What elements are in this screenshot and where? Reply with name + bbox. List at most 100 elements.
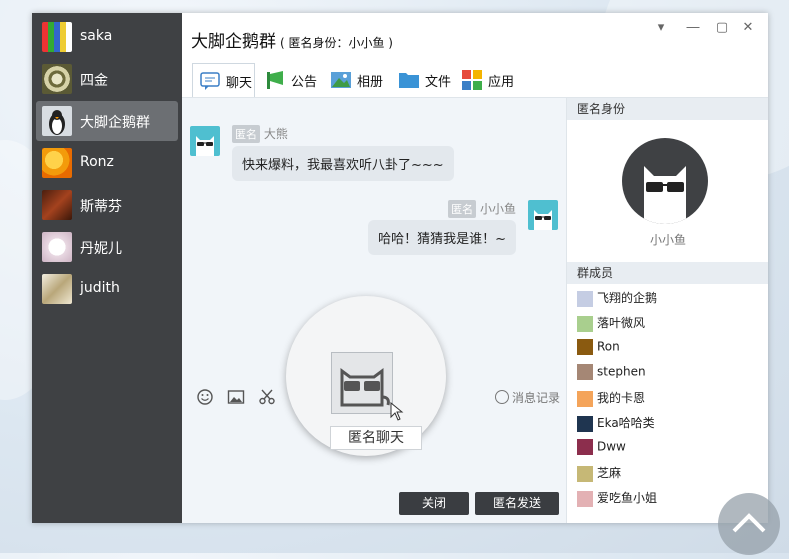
contact-item[interactable]: 斯蒂芬 <box>36 185 178 225</box>
contact-item[interactable]: Ronz <box>36 143 178 183</box>
member-name: Ron <box>597 339 620 354</box>
tab-label: 文件 <box>425 74 452 90</box>
member-name: 我的卡恩 <box>597 391 646 405</box>
album-icon <box>331 72 351 88</box>
page-title: 大脚企鹅群 ( 匿名身份：小小鱼 ) <box>191 27 393 52</box>
tab-announcement[interactable]: 公告 <box>258 63 317 97</box>
message-bubble: 快来爆料，我最喜欢听八卦了~~~ <box>232 146 454 181</box>
chevron-up-icon <box>732 513 766 533</box>
member-item[interactable]: 爱吃鱼小姐 <box>577 489 657 509</box>
contact-item[interactable]: 丹妮儿 <box>36 227 178 267</box>
anonymous-tag: 匿名 <box>232 125 260 143</box>
cat-sunglasses-icon <box>340 368 390 407</box>
cat-sunglasses-icon <box>196 136 214 156</box>
contact-name: 斯蒂芬 <box>80 199 122 215</box>
contact-avatar <box>42 64 72 94</box>
member-avatar <box>577 465 593 482</box>
message-sender: 匿名 小小鱼 <box>448 200 516 218</box>
contact-avatar <box>42 22 72 52</box>
dropdown-icon[interactable]: ▾ <box>652 19 670 37</box>
tab-files[interactable]: 文件 <box>392 63 451 97</box>
message-history-button[interactable]: 消息记录 <box>494 389 560 406</box>
message-sender: 匿名 大熊 <box>232 125 288 143</box>
anonymous-identity-label: ( 匿名身份：小小鱼 ) <box>280 36 393 50</box>
member-name: 落叶微风 <box>597 316 646 330</box>
message-bubble: 哈哈！猜猜我是谁！~ <box>368 220 516 255</box>
cat-sunglasses-icon <box>534 210 552 230</box>
member-avatar <box>577 339 593 355</box>
folder-icon <box>399 73 419 88</box>
member-avatar <box>577 439 593 455</box>
cat-avatar <box>190 126 220 156</box>
image-icon[interactable] <box>227 388 245 406</box>
contact-name: saka <box>80 28 113 44</box>
member-avatar <box>577 415 593 432</box>
group-name: 大脚企鹅群 <box>191 32 276 52</box>
contact-avatar <box>42 148 72 178</box>
member-avatar <box>577 290 593 307</box>
maximize-icon[interactable]: ▢ <box>713 19 731 37</box>
member-item[interactable]: 芝麻 <box>577 464 621 484</box>
contact-name: Ronz <box>80 154 114 170</box>
contacts-sidebar: saka 四金 大脚企鹅群 Ronz 斯蒂芬 丹妮儿 judith <box>32 13 182 523</box>
member-name: 芝麻 <box>597 466 622 480</box>
anonymous-tag: 匿名 <box>448 200 477 218</box>
contact-avatar <box>42 274 72 304</box>
contact-avatar <box>42 106 72 136</box>
contact-name: 大脚企鹅群 <box>80 115 150 131</box>
contact-avatar <box>42 190 72 220</box>
member-name: Dww <box>597 439 626 454</box>
contact-item[interactable]: saka <box>36 17 178 57</box>
penguin-icon <box>49 110 65 135</box>
sender-name: 大熊 <box>263 127 288 141</box>
minimize-icon[interactable]: ― <box>684 19 702 37</box>
member-name: 飞翔的企鹅 <box>597 291 658 305</box>
sender-name: 小小鱼 <box>479 202 516 216</box>
emoji-icon[interactable] <box>196 388 214 406</box>
contact-item-active[interactable]: 大脚企鹅群 <box>36 101 178 141</box>
cursor-icon <box>390 402 404 421</box>
contact-name: judith <box>80 280 120 296</box>
identity-avatar <box>622 138 708 224</box>
scissors-icon[interactable] <box>258 388 276 406</box>
side-panel: 匿名身份 小小鱼 群成员 飞翔的企鹅 落叶微风 Ron stephen 我的卡恩 Eka哈… <box>566 97 768 523</box>
contact-name: 四金 <box>80 73 108 89</box>
close-icon[interactable]: ✕ <box>739 19 757 37</box>
member-item[interactable]: 落叶微风 <box>577 314 645 334</box>
member-item[interactable]: 我的卡恩 <box>577 389 645 409</box>
anonymous-send-button[interactable]: 匿名发送 <box>475 492 559 515</box>
anonymous-chat-button[interactable]: 匿名聊天 <box>330 426 422 450</box>
chat-window: saka 四金 大脚企鹅群 Ronz 斯蒂芬 丹妮儿 judith 大脚企鹅群 … <box>32 13 768 523</box>
member-item[interactable]: Ron <box>577 339 620 359</box>
member-name: 爱吃鱼小姐 <box>597 491 658 505</box>
member-avatar <box>577 364 593 380</box>
member-item[interactable]: stephen <box>577 364 646 384</box>
contact-item[interactable]: 四金 <box>36 59 178 99</box>
close-button[interactable]: 关闭 <box>399 492 469 515</box>
member-avatar <box>577 315 593 332</box>
announcement-icon <box>267 71 283 89</box>
member-item[interactable]: 飞翔的企鹅 <box>577 289 657 309</box>
scroll-to-top-button[interactable] <box>718 493 780 555</box>
member-name: stephen <box>597 364 646 379</box>
member-item[interactable]: Dww <box>577 439 626 459</box>
contact-avatar <box>42 232 72 262</box>
apps-icon <box>462 70 482 90</box>
members-panel-heading: 群成员 <box>567 262 768 284</box>
member-avatar <box>577 490 593 507</box>
tab-apps[interactable]: 应用 <box>455 63 514 97</box>
message-history-label: 消息记录 <box>511 391 560 405</box>
clock-icon <box>494 390 509 404</box>
magnifier-overlay: 匿名聊天 <box>286 296 446 456</box>
tab-label: 公告 <box>291 74 318 90</box>
tab-bar: 聊天 公告 相册 文件 应用 <box>182 61 768 98</box>
identity-panel-heading: 匿名身份 <box>567 98 768 120</box>
cat-avatar <box>528 200 558 230</box>
member-name: Eka哈哈类 <box>597 416 655 430</box>
contact-item[interactable]: judith <box>36 269 178 309</box>
tab-album[interactable]: 相册 <box>324 63 383 97</box>
member-item[interactable]: Eka哈哈类 <box>577 414 655 434</box>
chat-icon <box>200 72 220 90</box>
anonymous-chat-icon[interactable] <box>331 352 393 414</box>
tab-chat[interactable]: 聊天 <box>192 63 255 98</box>
